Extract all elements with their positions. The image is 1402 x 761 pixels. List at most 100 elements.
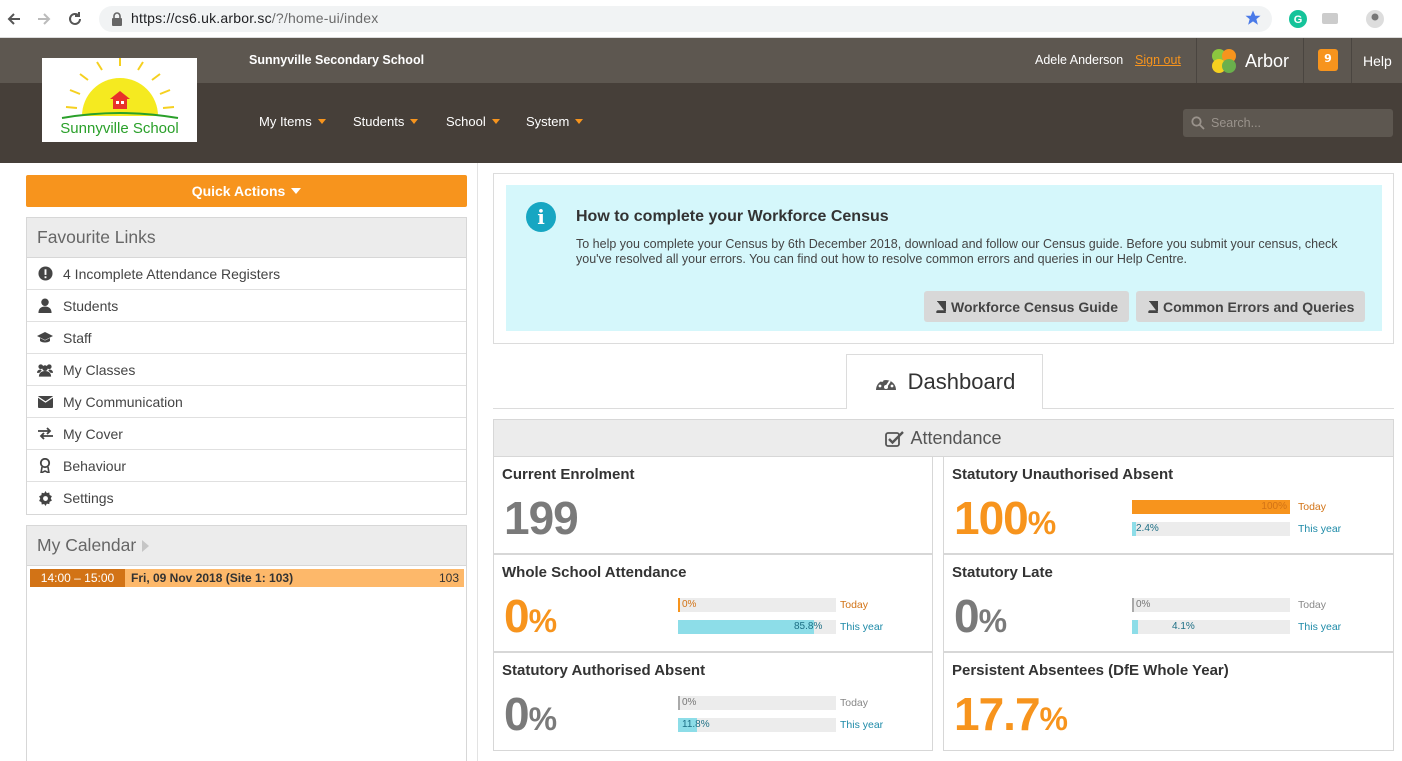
school-name: Sunnyville Secondary School bbox=[249, 53, 425, 67]
calendar-event[interactable]: 14:00 – 15:00 Fri, 09 Nov 2018 (Site 1: … bbox=[30, 569, 464, 587]
tab-dashboard[interactable]: Dashboard bbox=[846, 354, 1043, 409]
user-name: Adele Anderson bbox=[1035, 53, 1124, 67]
fav-link-label: Students bbox=[63, 297, 119, 314]
notification-count-badge: 9 bbox=[1318, 49, 1338, 71]
card-title: Persistent Absentees (DfE Whole Year) bbox=[952, 662, 1229, 679]
gear-icon bbox=[37, 490, 53, 506]
reload-icon bbox=[69, 12, 81, 25]
column-divider bbox=[477, 163, 478, 761]
caret-down-icon bbox=[291, 188, 302, 194]
card-persistent-absentees[interactable]: Persistent Absentees (DfE Whole Year) 17… bbox=[943, 652, 1394, 751]
card-statutory-authorised-absent[interactable]: Statutory Authorised Absent 0% 0% Today … bbox=[493, 652, 933, 751]
card-whole-school-attendance[interactable]: Whole School Attendance 0% 0% Today 85.8… bbox=[493, 554, 933, 652]
today-caption: Today bbox=[840, 697, 869, 709]
nav-label: System bbox=[526, 114, 570, 129]
card-statutory-unauthorised-absent[interactable]: Statutory Unauthorised Absent 100% 100% … bbox=[943, 456, 1394, 554]
search-input[interactable] bbox=[1211, 114, 1381, 132]
late-value: 0% bbox=[954, 590, 1007, 642]
grammarly-icon[interactable]: G bbox=[1288, 9, 1308, 29]
card-title: Statutory Late bbox=[952, 564, 1053, 581]
fav-link-settings[interactable]: Settings bbox=[27, 482, 466, 514]
year-caption: This year bbox=[1298, 621, 1342, 633]
today-bar-label: 100% bbox=[1261, 501, 1287, 512]
enrolment-value: 199 bbox=[504, 492, 579, 544]
fav-link-label: Staff bbox=[63, 329, 92, 346]
fav-link-label: My Cover bbox=[63, 425, 123, 442]
button-label: Common Errors and Queries bbox=[1163, 298, 1355, 315]
fav-link-behaviour[interactable]: Behaviour bbox=[27, 450, 466, 482]
back-button[interactable] bbox=[3, 8, 25, 30]
svg-text:G: G bbox=[1294, 14, 1303, 26]
caret-down-icon bbox=[575, 119, 584, 124]
book-icon bbox=[1148, 300, 1158, 313]
user-icon bbox=[37, 298, 53, 314]
sign-out-link[interactable]: Sign out bbox=[1135, 53, 1181, 67]
nav-my-items[interactable]: My Items bbox=[259, 114, 326, 129]
profile-avatar-icon[interactable] bbox=[1365, 9, 1385, 29]
arrow-left-icon bbox=[7, 13, 20, 25]
common-errors-button[interactable]: Common Errors and Queries bbox=[1136, 291, 1366, 322]
chevron-right-icon bbox=[142, 539, 150, 552]
favourite-links-panel: Favourite Links 4 Incomplete Attendance … bbox=[26, 217, 467, 515]
event-time: 14:00 – 15:00 bbox=[30, 569, 125, 587]
today-bar: 0% bbox=[1132, 598, 1290, 612]
card-title: Statutory Unauthorised Absent bbox=[952, 466, 1174, 483]
nav-system[interactable]: System bbox=[526, 114, 584, 129]
today-caption: Today bbox=[1298, 599, 1327, 611]
attendance-section-header: Attendance bbox=[493, 419, 1394, 457]
authorised-value: 0% bbox=[504, 688, 557, 740]
fav-link-my-classes[interactable]: My Classes bbox=[27, 354, 466, 386]
event-title: Fri, 09 Nov 2018 (Site 1: 103) bbox=[131, 571, 294, 585]
card-current-enrolment[interactable]: Current Enrolment 199 bbox=[493, 456, 933, 554]
fav-link-my-cover[interactable]: My Cover bbox=[27, 418, 466, 450]
fav-link-staff[interactable]: Staff bbox=[27, 322, 466, 354]
school-logo[interactable]: Sunnyville School bbox=[42, 58, 197, 142]
today-bar-label: 0% bbox=[682, 599, 697, 610]
attendance-title: Attendance bbox=[910, 427, 1002, 448]
browser-toolbar: https://cs6.uk.arbor.sc/?/home-ui/index … bbox=[0, 0, 1402, 38]
census-info-box: i How to complete your Workforce Census … bbox=[506, 185, 1382, 331]
fav-link-label: Settings bbox=[63, 490, 114, 506]
nav-students[interactable]: Students bbox=[353, 114, 419, 129]
help-link[interactable]: Help bbox=[1363, 53, 1392, 69]
today-bar-label: 0% bbox=[1136, 599, 1151, 610]
year-caption: This year bbox=[1298, 523, 1342, 535]
year-bar-label: 2.4% bbox=[1136, 523, 1159, 534]
fav-link-my-communication[interactable]: My Communication bbox=[27, 386, 466, 418]
year-bar-label: 11.8% bbox=[682, 719, 710, 730]
graduation-cap-icon bbox=[37, 330, 53, 346]
card-title: Current Enrolment bbox=[502, 466, 635, 483]
year-caption: This year bbox=[840, 719, 884, 731]
year-bar: 85.8% bbox=[678, 620, 836, 634]
arbor-brand[interactable]: Arbor bbox=[1196, 38, 1304, 83]
check-square-icon bbox=[885, 430, 905, 447]
bookmark-star-icon[interactable] bbox=[1244, 9, 1262, 27]
card-statutory-late[interactable]: Statutory Late 0% 0% Today 4.1% This yea… bbox=[943, 554, 1394, 652]
forward-button[interactable] bbox=[33, 8, 55, 30]
census-info-title: How to complete your Workforce Census bbox=[576, 208, 889, 225]
nav-label: School bbox=[446, 114, 486, 129]
quick-actions-button[interactable]: Quick Actions bbox=[26, 175, 467, 207]
fav-link-students[interactable]: Students bbox=[27, 290, 466, 322]
notifications-button[interactable]: 9 bbox=[1304, 38, 1352, 83]
reload-button[interactable] bbox=[64, 8, 86, 30]
year-bar-label: 85.8% bbox=[794, 621, 823, 632]
extension-icon[interactable] bbox=[1320, 9, 1340, 29]
year-bar-fill bbox=[1132, 620, 1139, 634]
nav-label: Students bbox=[353, 114, 405, 129]
url-text: https://cs6.uk.arbor.sc/?/home-ui/index bbox=[131, 10, 379, 26]
census-info-text: To help you complete your Census by 6th … bbox=[576, 237, 1338, 266]
users-icon bbox=[37, 362, 53, 378]
workforce-census-guide-button[interactable]: Workforce Census Guide bbox=[924, 291, 1130, 322]
event-room: 103 bbox=[438, 571, 459, 585]
year-caption: This year bbox=[840, 621, 884, 633]
today-caption: Today bbox=[1298, 501, 1327, 513]
nav-school[interactable]: School bbox=[446, 114, 500, 129]
address-bar[interactable]: https://cs6.uk.arbor.sc/?/home-ui/index bbox=[99, 6, 1272, 32]
persistent-value: 17.7% bbox=[954, 688, 1068, 740]
header-top-bar bbox=[0, 38, 1402, 83]
fav-link-incomplete-registers[interactable]: 4 Incomplete Attendance Registers bbox=[27, 258, 466, 290]
my-calendar-header[interactable]: My Calendar bbox=[27, 526, 466, 566]
arrow-right-icon bbox=[38, 13, 51, 25]
quick-actions-label: Quick Actions bbox=[191, 183, 286, 199]
